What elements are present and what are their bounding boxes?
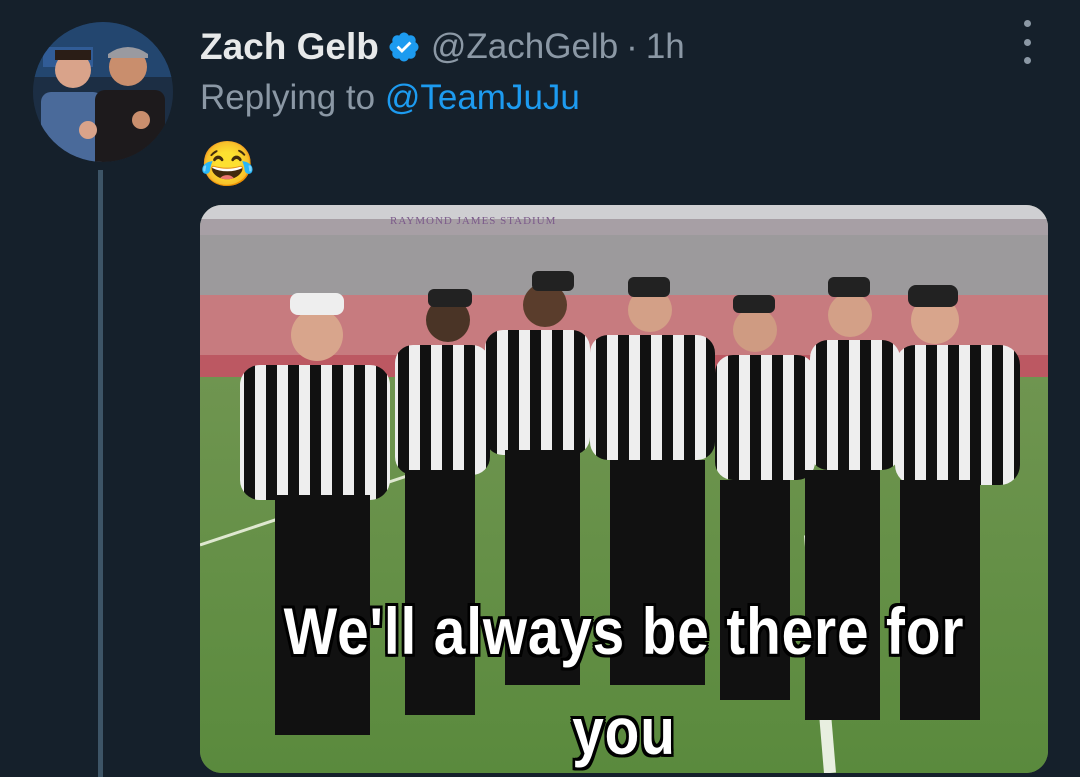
tweet-text-emoji: 😂 (200, 140, 255, 189)
stadium-sign-text: RAYMOND JAMES STADIUM (390, 215, 557, 227)
tweet-header: Zach Gelb @ZachGelb · 1h (200, 22, 685, 72)
tweet-media-image[interactable]: RAYMOND JAMES STADIUM We'll always be th… (200, 205, 1048, 773)
author-handle[interactable]: @ZachGelb (431, 27, 618, 67)
meme-caption-line2: you (572, 694, 676, 768)
author-name[interactable]: Zach Gelb (200, 26, 379, 68)
tweet-timestamp[interactable]: 1h (646, 27, 685, 67)
replying-to-label: Replying to (200, 78, 385, 117)
meme-caption-line1: We'll always be there for (283, 594, 965, 668)
thread-connector-line (98, 170, 103, 777)
author-avatar[interactable] (33, 22, 173, 162)
separator-dot: · (626, 27, 638, 66)
more-options-icon[interactable] (1015, 20, 1039, 64)
verified-badge-icon (387, 30, 421, 64)
avatar-photo (33, 22, 173, 162)
replying-to-mention[interactable]: @TeamJuJu (385, 78, 580, 117)
referees-photo (200, 205, 1048, 773)
replying-to: Replying to @TeamJuJu (200, 78, 580, 118)
